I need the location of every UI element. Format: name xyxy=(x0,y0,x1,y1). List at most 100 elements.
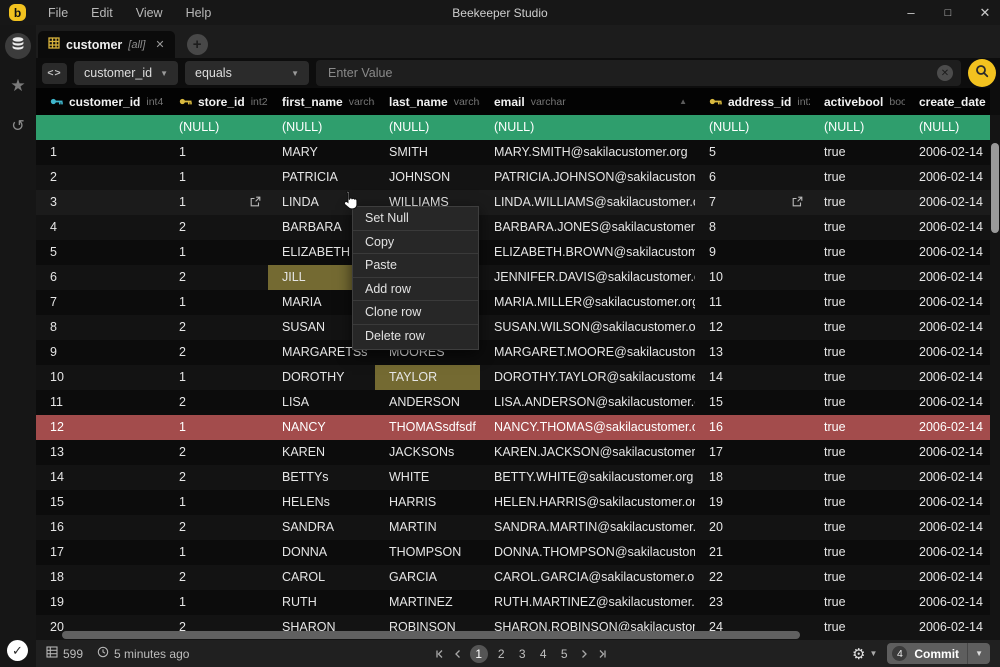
insert-row-cell[interactable]: (NULL) xyxy=(268,115,375,140)
context-menu-item-copy[interactable]: Copy xyxy=(353,231,478,255)
table-cell[interactable]: true xyxy=(810,565,905,590)
table-cell[interactable]: true xyxy=(810,390,905,415)
table-cell[interactable]: 19 xyxy=(695,490,810,515)
apply-filter-button[interactable] xyxy=(968,59,996,87)
table-cell[interactable]: RUTH xyxy=(268,590,375,615)
insert-row-cell[interactable]: (NULL) xyxy=(695,115,810,140)
table-cell[interactable]: 2006-02-14 xyxy=(905,290,990,315)
table-cell[interactable]: 12 xyxy=(695,315,810,340)
table-cell[interactable]: KAREN xyxy=(268,440,375,465)
table-cell[interactable]: 2 xyxy=(165,315,268,340)
table-cell[interactable]: SUSAN.WILSON@sakilacustomer.org xyxy=(480,315,695,340)
last-page-button[interactable] xyxy=(596,648,608,660)
refresh-time-group[interactable]: 5 minutes ago xyxy=(97,646,189,661)
table-cell[interactable]: NANCY xyxy=(268,415,375,440)
table-row[interactable]: 21PATRICIAJOHNSONPATRICIA.JOHNSON@sakila… xyxy=(36,165,990,190)
table-row[interactable]: 182CAROLGARCIACAROL.GARCIA@sakilacustome… xyxy=(36,565,990,590)
sql-toggle-button[interactable]: <> xyxy=(42,63,67,84)
vertical-scrollbar-thumb[interactable] xyxy=(991,143,999,233)
column-header-first_name[interactable]: first_namevarchar▲ xyxy=(268,88,375,115)
table-cell[interactable]: 15 xyxy=(695,390,810,415)
table-cell[interactable]: 9 xyxy=(36,340,165,365)
minimize-button[interactable]: – xyxy=(904,5,918,20)
table-cell[interactable]: LISA.ANDERSON@sakilacustomer.org xyxy=(480,390,695,415)
table-cell[interactable]: JACKSONs xyxy=(375,440,480,465)
table-cell[interactable]: true xyxy=(810,340,905,365)
table-cell[interactable]: ANDERSON xyxy=(375,390,480,415)
new-tab-button[interactable]: + xyxy=(187,34,208,55)
table-cell[interactable]: 14 xyxy=(695,365,810,390)
table-cell[interactable]: 15 xyxy=(36,490,165,515)
filter-value-input[interactable]: Enter Value ✕ xyxy=(316,60,961,86)
table-row[interactable]: 121NANCYTHOMASsdfsdfNANCY.THOMAS@sakilac… xyxy=(36,415,990,440)
table-cell[interactable]: 2006-02-14 xyxy=(905,565,990,590)
table-cell[interactable]: BETTY.WHITE@sakilacustomer.org xyxy=(480,465,695,490)
table-cell[interactable]: 2 xyxy=(165,390,268,415)
table-cell[interactable]: true xyxy=(810,240,905,265)
table-cell[interactable]: 2006-02-14 xyxy=(905,615,990,640)
table-cell[interactable]: true xyxy=(810,415,905,440)
table-cell[interactable]: true xyxy=(810,465,905,490)
table-cell[interactable]: 2006-02-14 xyxy=(905,315,990,340)
table-cell[interactable]: 2006-02-14 xyxy=(905,515,990,540)
table-cell[interactable]: BARBARA.JONES@sakilacustomer.org xyxy=(480,215,695,240)
sort-arrow-icon[interactable]: ▲ xyxy=(673,97,687,106)
insert-row-cell[interactable]: (NULL) xyxy=(905,115,990,140)
close-button[interactable]: ✕ xyxy=(978,5,992,21)
table-cell[interactable]: true xyxy=(810,140,905,165)
table-cell[interactable]: MARY xyxy=(268,140,375,165)
table-cell[interactable]: 9 xyxy=(695,240,810,265)
table-cell[interactable]: 2006-02-14 xyxy=(905,240,990,265)
menu-edit[interactable]: Edit xyxy=(91,6,113,20)
table-settings-button[interactable]: ⚙ ▼ xyxy=(852,645,877,663)
table-cell[interactable]: 17 xyxy=(695,440,810,465)
table-cell[interactable]: 2006-02-14 xyxy=(905,340,990,365)
table-cell[interactable]: 2 xyxy=(165,340,268,365)
table-cell[interactable]: true xyxy=(810,315,905,340)
column-header-address_id[interactable]: address_idint2▲ xyxy=(695,88,810,115)
table-cell[interactable]: 18 xyxy=(36,565,165,590)
table-cell[interactable]: 23 xyxy=(695,590,810,615)
page-button-4[interactable]: 4 xyxy=(536,647,551,661)
table-cell[interactable]: 1 xyxy=(165,165,268,190)
table-cell[interactable]: 5 xyxy=(695,140,810,165)
table-cell[interactable]: 2006-02-14 xyxy=(905,440,990,465)
insert-row-cell[interactable]: (NULL) xyxy=(480,115,695,140)
table-cell[interactable]: KAREN.JACKSON@sakilacustomer.org xyxy=(480,440,695,465)
table-cell[interactable]: 14 xyxy=(36,465,165,490)
table-cell[interactable]: 13 xyxy=(36,440,165,465)
page-button-5[interactable]: 5 xyxy=(557,647,572,661)
context-menu-item-paste[interactable]: Paste xyxy=(353,254,478,278)
horizontal-scrollbar-thumb[interactable] xyxy=(62,631,800,639)
table-cell[interactable]: 3 xyxy=(36,190,165,215)
table-cell[interactable]: true xyxy=(810,290,905,315)
table-cell[interactable]: 1 xyxy=(165,240,268,265)
table-row[interactable]: 191RUTHMARTINEZRUTH.MARTINEZ@sakilacusto… xyxy=(36,590,990,615)
table-row[interactable]: 42BARBARAJONESBARBARA.JONES@sakilacustom… xyxy=(36,215,990,240)
table-row[interactable]: 51ELIZABETHBROWNELIZABETH.BROWN@sakilacu… xyxy=(36,240,990,265)
table-row[interactable]: 31LINDAWILLIAMSLINDA.WILLIAMS@sakilacust… xyxy=(36,190,990,215)
table-cell[interactable]: 2006-02-14 xyxy=(905,465,990,490)
table-cell[interactable]: 2 xyxy=(36,165,165,190)
menu-view[interactable]: View xyxy=(136,6,163,20)
table-cell[interactable]: NANCY.THOMAS@sakilacustomer.org xyxy=(480,415,695,440)
table-cell[interactable]: HELEN.HARRIS@sakilacustomer.org xyxy=(480,490,695,515)
column-header-customer_id[interactable]: customer_idint4▲ xyxy=(36,88,165,115)
history-nav-button[interactable]: ↺ xyxy=(5,113,31,139)
table-row[interactable]: 82SUSANWILSONSUSAN.WILSON@sakilacustomer… xyxy=(36,315,990,340)
table-cell[interactable]: MARIA.MILLER@sakilacustomer.org xyxy=(480,290,695,315)
table-cell[interactable]: 22 xyxy=(695,565,810,590)
table-cell[interactable]: true xyxy=(810,365,905,390)
column-header-activebool[interactable]: activeboolbool▲ xyxy=(810,88,905,115)
context-menu-item-delete-row[interactable]: Delete row xyxy=(353,325,478,349)
filter-operator-select[interactable]: equals ▼ xyxy=(185,61,309,85)
page-button-2[interactable]: 2 xyxy=(494,647,509,661)
table-cell[interactable]: 6 xyxy=(36,265,165,290)
table-cell[interactable]: PATRICIA xyxy=(268,165,375,190)
favorites-nav-button[interactable]: ★ xyxy=(5,73,31,99)
table-cell[interactable]: PATRICIA.JOHNSON@sakilacustomer.org xyxy=(480,165,695,190)
table-cell[interactable]: true xyxy=(810,540,905,565)
column-header-store_id[interactable]: store_idint2▲ xyxy=(165,88,268,115)
table-row[interactable]: 112LISAANDERSONLISA.ANDERSON@sakilacusto… xyxy=(36,390,990,415)
table-cell[interactable]: 8 xyxy=(695,215,810,240)
